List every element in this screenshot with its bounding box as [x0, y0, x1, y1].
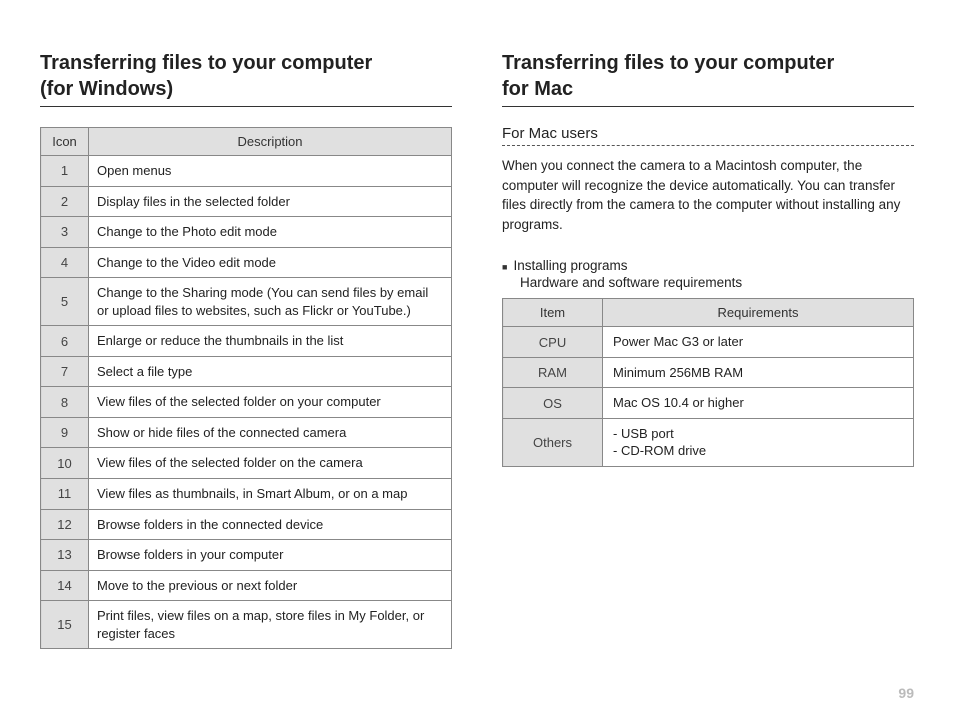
page: Transferring files to your computer (for… — [0, 0, 954, 719]
icon-cell: 14 — [41, 570, 89, 601]
table-row: 11View files as thumbnails, in Smart Alb… — [41, 479, 452, 510]
icon-cell: 6 — [41, 326, 89, 357]
table-row: 8View files of the selected folder on yo… — [41, 387, 452, 418]
table-row: Others- USB port - CD-ROM drive — [503, 418, 914, 466]
description-cell: Browse folders in your computer — [89, 540, 452, 571]
description-cell: View files of the selected folder on the… — [89, 448, 452, 479]
requirement-cell: Power Mac G3 or later — [603, 327, 914, 358]
table-row: 14Move to the previous or next folder — [41, 570, 452, 601]
table-row: 12Browse folders in the connected device — [41, 509, 452, 540]
heading-line2: (for Windows) — [40, 78, 173, 100]
description-cell: Change to the Sharing mode (You can send… — [89, 278, 452, 326]
icon-cell: 11 — [41, 479, 89, 510]
icon-table-body: 1Open menus2Display files in the selecte… — [41, 156, 452, 649]
item-cell: CPU — [503, 327, 603, 358]
icon-cell: 13 — [41, 540, 89, 571]
table-row: 7Select a file type — [41, 356, 452, 387]
requirements-table: Item Requirements CPUPower Mac G3 or lat… — [502, 298, 914, 467]
description-cell: View files of the selected folder on you… — [89, 387, 452, 418]
table-row: 6Enlarge or reduce the thumbnails in the… — [41, 326, 452, 357]
table-row: 1Open menus — [41, 156, 452, 187]
icon-cell: 3 — [41, 217, 89, 248]
description-cell: Select a file type — [89, 356, 452, 387]
icon-cell: 1 — [41, 156, 89, 187]
page-number: 99 — [898, 685, 914, 701]
description-cell: Print files, view files on a map, store … — [89, 601, 452, 649]
icon-cell: 4 — [41, 247, 89, 278]
table-row: 13Browse folders in your computer — [41, 540, 452, 571]
table-row: 15Print files, view files on a map, stor… — [41, 601, 452, 649]
item-cell: Others — [503, 418, 603, 466]
table-row: OSMac OS 10.4 or higher — [503, 388, 914, 419]
description-cell: Enlarge or reduce the thumbnails in the … — [89, 326, 452, 357]
description-cell: Change to the Video edit mode — [89, 247, 452, 278]
table-row: CPUPower Mac G3 or later — [503, 327, 914, 358]
table-header-row: Icon Description — [41, 128, 452, 156]
heading-line1: Transferring files to your computer — [40, 52, 372, 74]
installing-programs-heading: Installing programs — [502, 258, 914, 273]
icon-cell: 10 — [41, 448, 89, 479]
icon-description-table: Icon Description 1Open menus2Display fil… — [40, 127, 452, 649]
description-cell: Show or hide files of the connected came… — [89, 417, 452, 448]
description-cell: Move to the previous or next folder — [89, 570, 452, 601]
heading-line2: for Mac — [502, 78, 573, 100]
description-cell: Open menus — [89, 156, 452, 187]
table-row: RAMMinimum 256MB RAM — [503, 357, 914, 388]
icon-cell: 5 — [41, 278, 89, 326]
subheading-for-mac-users: For Mac users — [502, 125, 914, 146]
heading-line1: Transferring files to your computer — [502, 52, 834, 74]
description-cell: Change to the Photo edit mode — [89, 217, 452, 248]
item-cell: OS — [503, 388, 603, 419]
req-table-body: CPUPower Mac G3 or laterRAMMinimum 256MB… — [503, 327, 914, 467]
requirement-cell: Mac OS 10.4 or higher — [603, 388, 914, 419]
column-windows: Transferring files to your computer (for… — [40, 50, 452, 699]
table-row: 5Change to the Sharing mode (You can sen… — [41, 278, 452, 326]
item-cell: RAM — [503, 357, 603, 388]
table-row: 9Show or hide files of the connected cam… — [41, 417, 452, 448]
th-requirements: Requirements — [603, 299, 914, 327]
table-row: 2Display files in the selected folder — [41, 186, 452, 217]
requirement-cell: Minimum 256MB RAM — [603, 357, 914, 388]
th-description: Description — [89, 128, 452, 156]
icon-cell: 2 — [41, 186, 89, 217]
table-row: 10View files of the selected folder on t… — [41, 448, 452, 479]
requirement-cell: - USB port - CD-ROM drive — [603, 418, 914, 466]
heading-mac: Transferring files to your computer for … — [502, 50, 914, 107]
description-cell: View files as thumbnails, in Smart Album… — [89, 479, 452, 510]
icon-cell: 9 — [41, 417, 89, 448]
icon-cell: 15 — [41, 601, 89, 649]
icon-cell: 7 — [41, 356, 89, 387]
hardware-software-requirements-heading: Hardware and software requirements — [520, 275, 914, 290]
description-cell: Browse folders in the connected device — [89, 509, 452, 540]
icon-cell: 12 — [41, 509, 89, 540]
column-mac: Transferring files to your computer for … — [502, 50, 914, 699]
icon-cell: 8 — [41, 387, 89, 418]
table-row: 3Change to the Photo edit mode — [41, 217, 452, 248]
description-cell: Display files in the selected folder — [89, 186, 452, 217]
table-row: 4Change to the Video edit mode — [41, 247, 452, 278]
mac-intro-paragraph: When you connect the camera to a Macinto… — [502, 156, 914, 234]
th-icon: Icon — [41, 128, 89, 156]
heading-windows: Transferring files to your computer (for… — [40, 50, 452, 107]
th-item: Item — [503, 299, 603, 327]
table-header-row: Item Requirements — [503, 299, 914, 327]
